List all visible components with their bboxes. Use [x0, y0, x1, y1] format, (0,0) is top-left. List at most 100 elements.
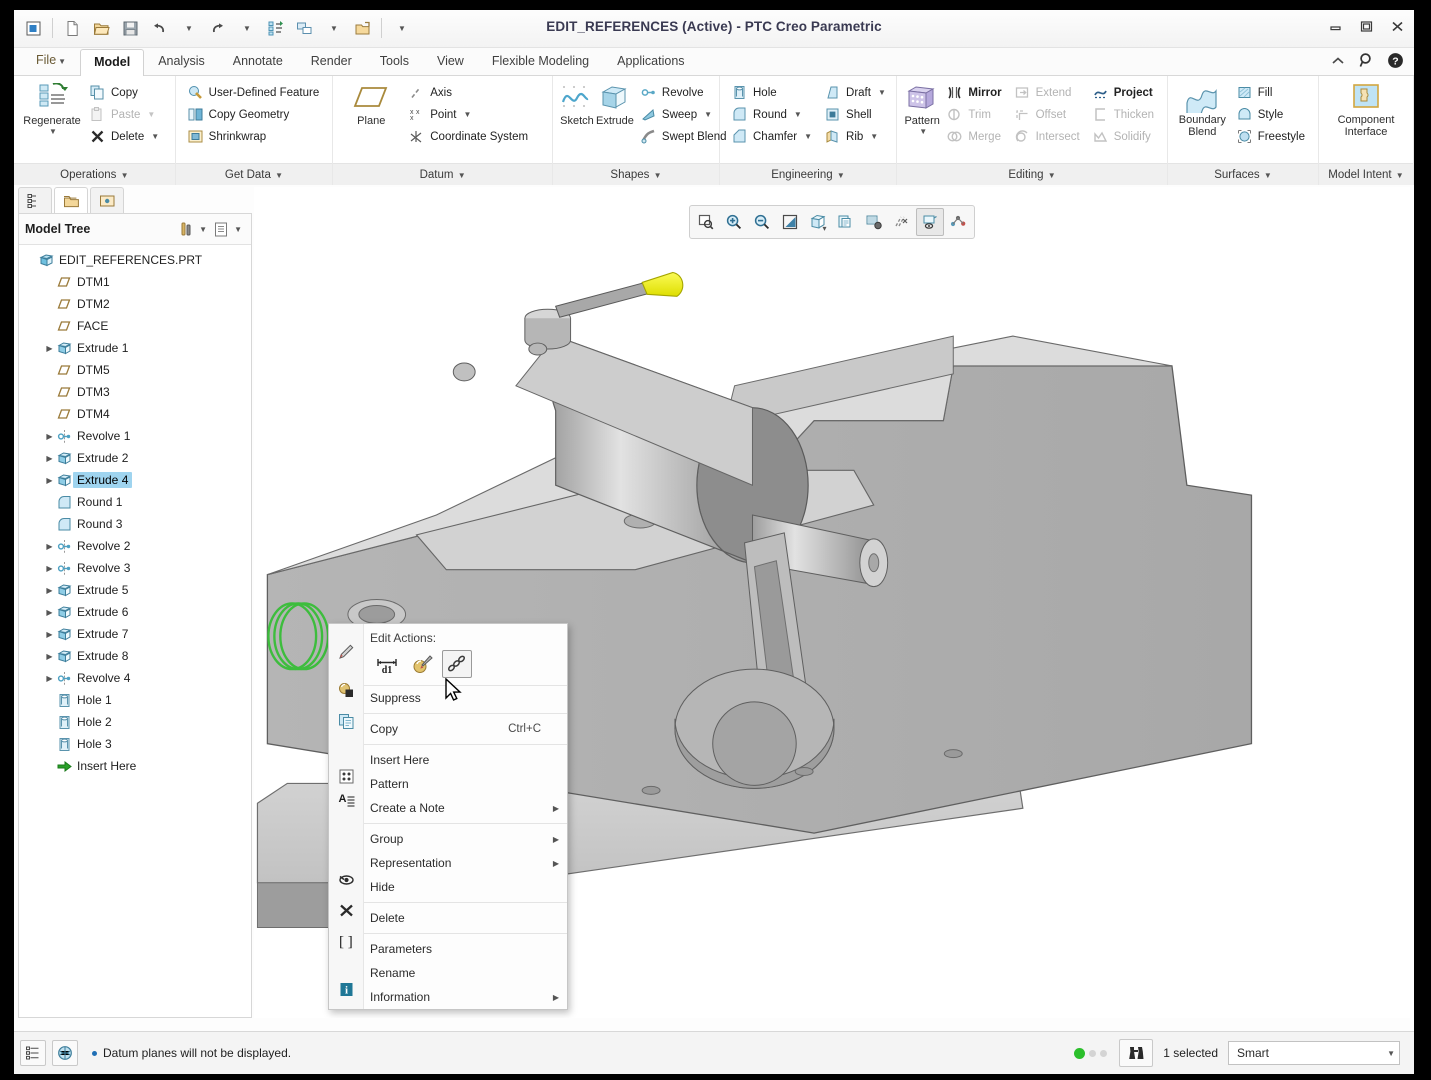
model-tree-tab[interactable] [18, 187, 52, 214]
mirror-button[interactable]: Mirror [943, 82, 1006, 103]
shrinkwrap-button[interactable]: Shrinkwrap [184, 126, 325, 147]
draft-button[interactable]: Draft ▼ [821, 82, 891, 103]
expand-arrow-icon[interactable]: ▶ [43, 652, 56, 661]
user-defined-feature-button[interactable]: User-Defined Feature [184, 82, 325, 103]
menu-item-parameters[interactable]: Parameters [364, 937, 567, 961]
display-dropdown-icon[interactable]: ▼ [234, 225, 242, 234]
tree-item-dtm4[interactable]: DTM4 [19, 403, 251, 425]
filter-dropdown-icon[interactable]: ▼ [199, 225, 207, 234]
edit-definition-icon[interactable] [407, 650, 437, 678]
browser-toggle-icon[interactable] [52, 1040, 78, 1066]
point-button[interactable]: xxx Point ▼ [405, 104, 533, 125]
display-style-icon[interactable]: ▾ [804, 208, 832, 236]
menu-item-hide[interactable]: Hide [364, 875, 567, 899]
tab-annotate[interactable]: Annotate [219, 48, 297, 75]
tree-item-hole-3[interactable]: Hole 3 [19, 733, 251, 755]
tree-item-extrude-7[interactable]: ▶ Extrude 7 [19, 623, 251, 645]
tree-display-icon[interactable]: ▼ [210, 219, 245, 240]
paste-button[interactable]: Paste ▼ [86, 104, 164, 125]
solidify-button[interactable]: Solidify [1089, 126, 1159, 147]
thicken-button[interactable]: Thicken [1089, 104, 1159, 125]
intersect-button[interactable]: Intersect [1011, 126, 1085, 147]
round-dropdown-icon[interactable]: ▼ [794, 110, 802, 119]
tab-view[interactable]: View [423, 48, 478, 75]
binoculars-search-icon[interactable] [1119, 1039, 1154, 1067]
regenerate-dropdown-icon[interactable]: ▼ [49, 127, 57, 136]
tree-item-round-3[interactable]: Round 3 [19, 513, 251, 535]
extend-button[interactable]: Extend [1011, 82, 1085, 103]
zoom-fit-icon[interactable] [692, 208, 720, 236]
collapse-ribbon-icon[interactable] [1330, 55, 1346, 67]
model-tree-toggle-icon[interactable] [20, 1040, 46, 1066]
draft-dropdown-icon[interactable]: ▼ [878, 88, 886, 97]
zoom-in-icon[interactable] [720, 208, 748, 236]
fill-button[interactable]: Fill [1233, 82, 1310, 103]
edit-dimensions-icon[interactable]: d1 [372, 650, 402, 678]
expand-arrow-icon[interactable]: ▶ [43, 476, 56, 485]
shell-button[interactable]: Shell [821, 104, 891, 125]
tree-item-dtm3[interactable]: DTM3 [19, 381, 251, 403]
menu-item-insert-here[interactable]: Insert Here [364, 748, 567, 772]
expand-arrow-icon[interactable]: ▶ [43, 432, 56, 441]
tree-item-dtm5[interactable]: DTM5 [19, 359, 251, 381]
tree-item-extrude-1[interactable]: ▶ Extrude 1 [19, 337, 251, 359]
tab-tools[interactable]: Tools [366, 48, 423, 75]
tree-item-revolve-3[interactable]: ▶ Revolve 3 [19, 557, 251, 579]
tree-item-insert-here[interactable]: Insert Here [19, 755, 251, 777]
menu-item-representation[interactable]: Representation ▶ [364, 851, 567, 875]
saved-views-icon[interactable] [832, 208, 860, 236]
coordinate-system-button[interactable]: Coordinate System [405, 126, 533, 147]
menu-item-delete[interactable]: Delete [364, 906, 567, 930]
hole-button[interactable]: Hole [728, 82, 817, 103]
restore-button[interactable] [1358, 18, 1375, 35]
shapes-group-launcher[interactable]: Shapes ▼ [553, 163, 719, 186]
menu-item-rename[interactable]: Rename [364, 961, 567, 985]
tree-item-round-1[interactable]: Round 1 [19, 491, 251, 513]
sketch-button[interactable]: Sketch [559, 81, 595, 163]
merge-button[interactable]: Merge [943, 126, 1006, 147]
axis-button[interactable]: Axis [405, 82, 533, 103]
get-data-group-launcher[interactable]: Get Data ▼ [175, 163, 333, 186]
plane-button[interactable]: Plane [339, 81, 403, 163]
tree-item-dtm1[interactable]: DTM1 [19, 271, 251, 293]
scene-icon[interactable] [860, 208, 888, 236]
menu-item-pattern[interactable]: Pattern [364, 772, 567, 796]
minimize-button[interactable] [1327, 18, 1344, 35]
datum-group-launcher[interactable]: Datum ▼ [333, 163, 552, 186]
tree-item-dtm2[interactable]: DTM2 [19, 293, 251, 315]
tree-item-revolve-1[interactable]: ▶ Revolve 1 [19, 425, 251, 447]
freestyle-button[interactable]: Freestyle [1233, 126, 1310, 147]
display-style-dropdown[interactable]: ▾ [822, 224, 826, 233]
tree-item-extrude-6[interactable]: ▶ Extrude 6 [19, 601, 251, 623]
trim-button[interactable]: Trim [943, 104, 1006, 125]
expand-arrow-icon[interactable]: ▶ [43, 630, 56, 639]
project-button[interactable]: Project [1089, 82, 1159, 103]
pattern-dropdown-icon[interactable]: ▼ [919, 127, 927, 136]
point-dropdown-icon[interactable]: ▼ [463, 110, 471, 119]
component-interface-button[interactable]: Component Interface [1325, 81, 1407, 163]
tab-file[interactable]: File ▼ [22, 47, 80, 75]
paste-dropdown-icon[interactable]: ▼ [147, 110, 155, 119]
pattern-button[interactable]: Pattern ▼ [903, 81, 941, 163]
tab-applications[interactable]: Applications [603, 48, 698, 75]
zoom-out-icon[interactable] [748, 208, 776, 236]
graphics-viewport[interactable]: ▾ A [] i Edit Actions: d1 Suppress Copy… [254, 187, 1410, 1018]
annotation-display-icon[interactable] [916, 208, 944, 236]
sweep-dropdown-icon[interactable]: ▼ [704, 110, 712, 119]
tree-item-extrude-8[interactable]: ▶ Extrude 8 [19, 645, 251, 667]
tree-item-edit-references-prt[interactable]: EDIT_REFERENCES.PRT [19, 249, 251, 271]
editing-group-launcher[interactable]: Editing ▼ [897, 163, 1167, 186]
expand-arrow-icon[interactable]: ▶ [43, 674, 56, 683]
expand-arrow-icon[interactable]: ▶ [43, 564, 56, 573]
tree-item-extrude-4[interactable]: ▶ Extrude 4 [19, 469, 251, 491]
expand-arrow-icon[interactable]: ▶ [43, 344, 56, 353]
tab-analysis[interactable]: Analysis [144, 48, 219, 75]
edit-references-icon[interactable] [442, 650, 472, 678]
rib-dropdown-icon[interactable]: ▼ [870, 132, 878, 141]
revolve-button[interactable]: Revolve [637, 82, 732, 103]
datum-display-icon[interactable] [888, 208, 916, 236]
extrude-button[interactable]: Extrude [595, 81, 635, 163]
chamfer-dropdown-icon[interactable]: ▼ [804, 132, 812, 141]
tab-model[interactable]: Model [80, 49, 145, 76]
regenerate-button[interactable]: Regenerate ▼ [20, 81, 84, 163]
